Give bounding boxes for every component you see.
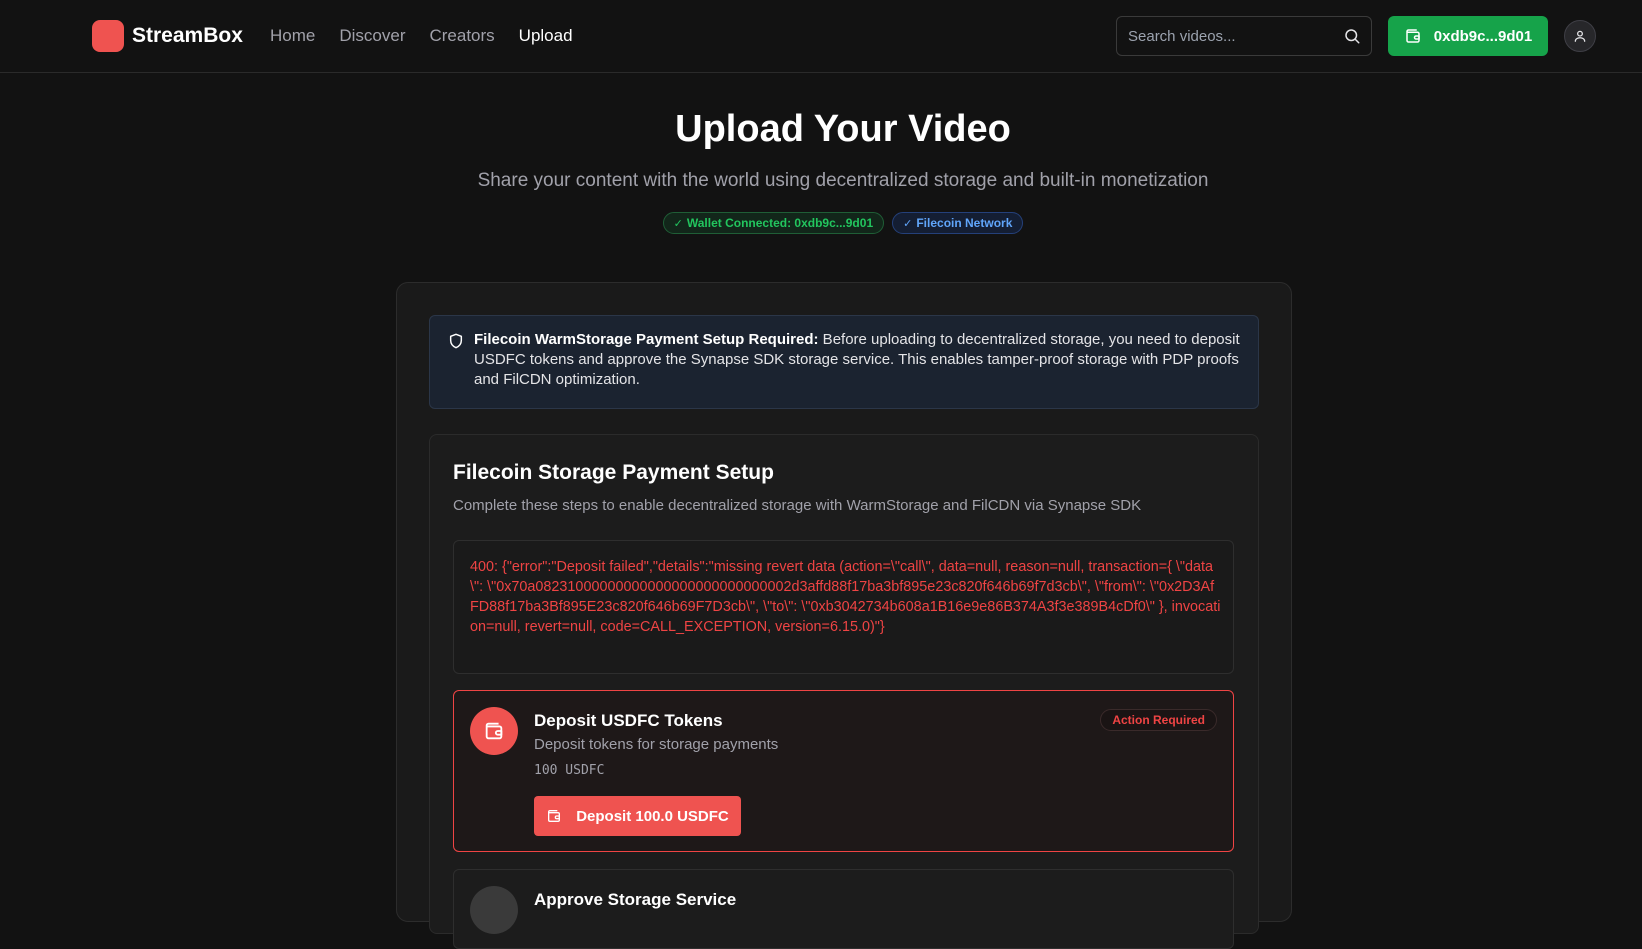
page-subtitle: Share your content with the world using … — [477, 170, 1209, 191]
wallet-icon — [548, 810, 561, 822]
deposit-button-label: Deposit 100.0 USDFC — [576, 807, 729, 825]
deposit-amount: 100 USDFC — [534, 763, 605, 778]
error-message: 400: {"error":"Deposit failed","details"… — [470, 559, 1221, 635]
step-icon — [470, 886, 518, 934]
profile-button[interactable] — [1564, 20, 1596, 52]
main-nav: Home Discover Creators Upload — [270, 25, 597, 47]
storage-setup-panel: Filecoin Storage Payment Setup Complete … — [429, 434, 1259, 949]
step-icon — [470, 707, 518, 755]
nav-home[interactable]: Home — [270, 25, 315, 47]
status-badge: Action Required — [1100, 709, 1217, 731]
alert-message: Filecoin WarmStorage Payment Setup Requi… — [474, 330, 1244, 390]
wallet-address: 0xdb9c...9d01 — [1433, 27, 1533, 45]
top-header: StreamBox Home Discover Creators Upload … — [0, 0, 1642, 73]
nav-upload[interactable]: Upload — [519, 25, 573, 47]
user-icon — [1574, 30, 1586, 42]
step-title: Deposit USDFC Tokens — [534, 711, 723, 730]
error-message-box: 400: {"error":"Deposit failed","details"… — [453, 540, 1234, 674]
setup-title: Filecoin Storage Payment Setup — [453, 461, 774, 484]
payment-alert: Filecoin WarmStorage Payment Setup Requi… — [429, 315, 1259, 409]
network-badge: ✓ Filecoin Network — [892, 212, 1024, 234]
upload-card: Filecoin WarmStorage Payment Setup Requi… — [396, 282, 1292, 949]
page-title: Upload Your Video — [675, 108, 1011, 150]
step-description: Deposit tokens for storage payments — [534, 736, 779, 753]
nav-creators[interactable]: Creators — [429, 25, 494, 47]
network-label: Filecoin Network — [916, 216, 1013, 230]
search-icon[interactable] — [1343, 27, 1361, 45]
step-title: Approve Storage Service — [534, 890, 737, 909]
logo-icon — [92, 20, 124, 52]
wallet-connected-badge: ✓ Wallet Connected: 0xdb9c...9d01 — [662, 212, 885, 234]
search-box — [1116, 16, 1372, 56]
deposit-button[interactable]: Deposit 100.0 USDFC — [534, 796, 741, 836]
brand-name: StreamBox — [132, 24, 243, 47]
alert-title: Filecoin WarmStorage Payment Setup Requi… — [474, 331, 819, 348]
wallet-icon — [485, 722, 503, 740]
approve-step: Approve Storage Service — [453, 869, 1234, 949]
nav-discover[interactable]: Discover — [339, 25, 405, 47]
brand-logo[interactable]: StreamBox — [92, 20, 243, 52]
wallet-icon — [1406, 29, 1420, 43]
check-icon: ✓ — [903, 217, 913, 230]
search-input[interactable] — [1117, 17, 1337, 55]
status-badges: ✓ Wallet Connected: 0xdb9c...9d01 ✓ File… — [0, 212, 1642, 234]
wallet-button[interactable]: 0xdb9c...9d01 — [1388, 16, 1548, 56]
setup-description: Complete these steps to enable decentral… — [453, 497, 1142, 514]
wallet-connected-label: Wallet Connected: 0xdb9c...9d01 — [686, 216, 874, 230]
deposit-step: Deposit USDFC Tokens Deposit tokens for … — [453, 690, 1234, 852]
check-icon: ✓ — [673, 217, 683, 230]
shield-icon — [449, 333, 463, 349]
